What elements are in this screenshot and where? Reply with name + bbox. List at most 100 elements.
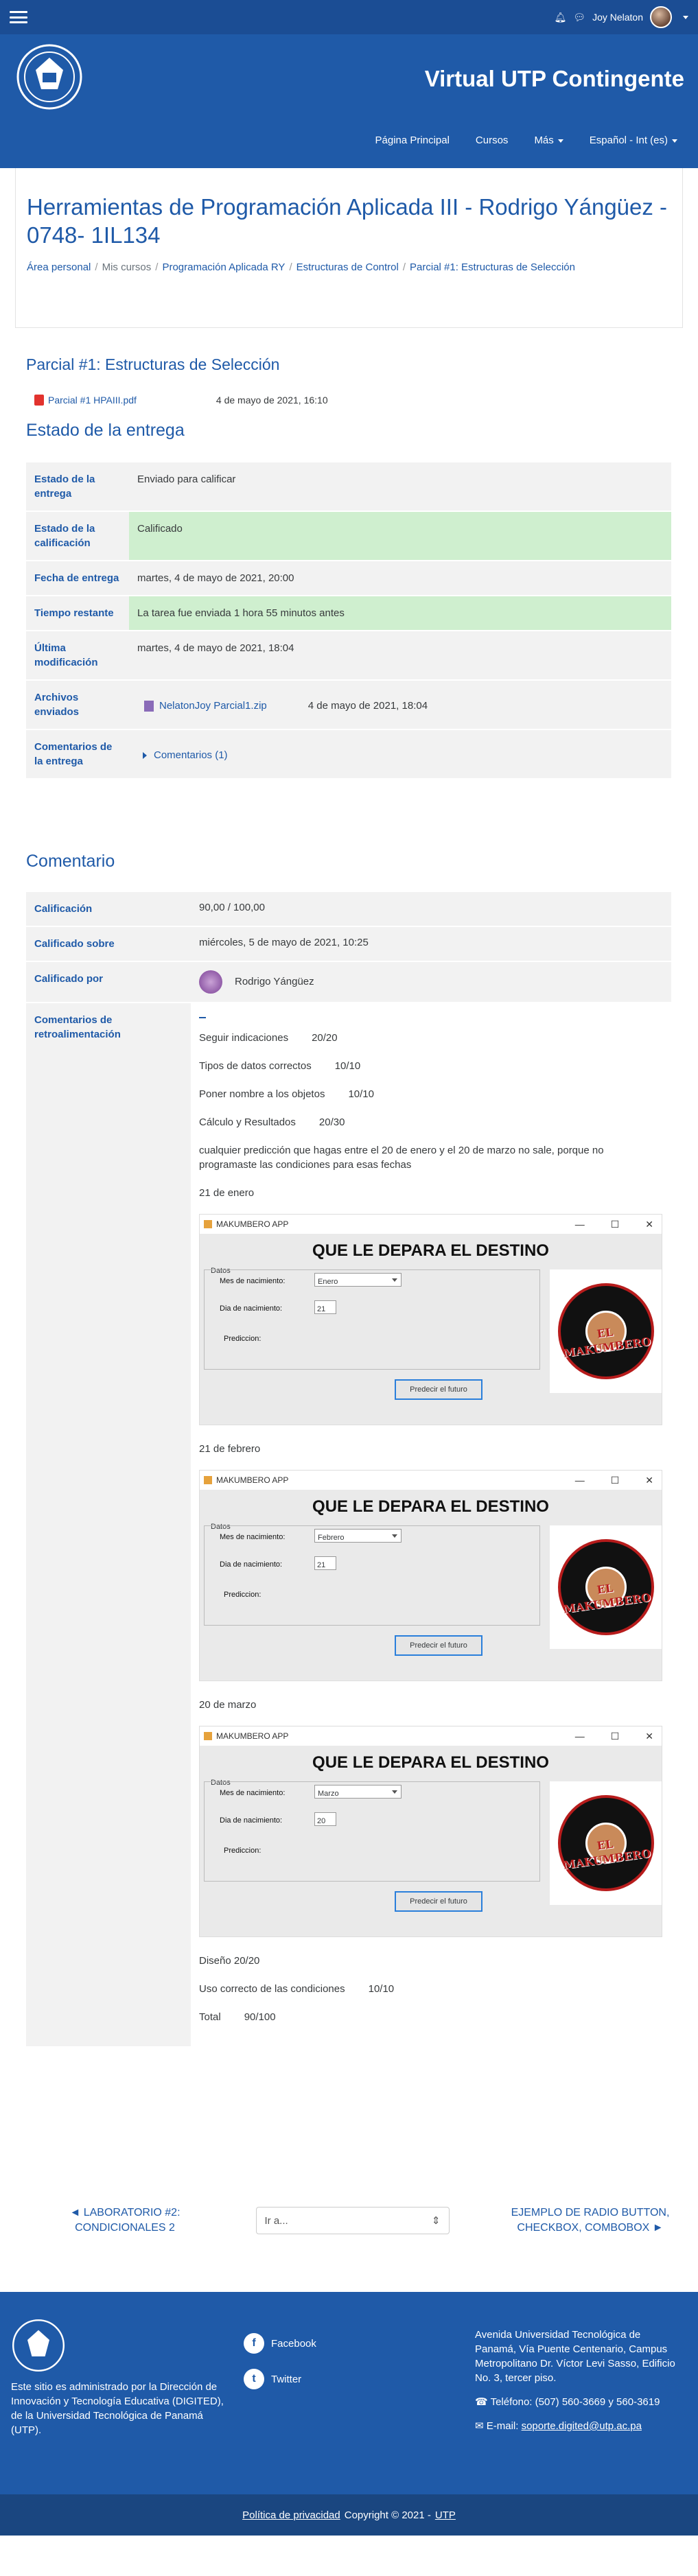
- expand-icon[interactable]: [143, 752, 147, 760]
- table-row: Estado de la entrega Enviado para calific…: [26, 462, 671, 511]
- grader: Rodrigo Yángüez: [191, 962, 671, 1002]
- chat-icon[interactable]: 💬︎: [573, 12, 585, 23]
- row-label: Última modificación: [26, 631, 129, 679]
- prediction-label: Prediccion:: [224, 1847, 261, 1855]
- month-select: Marzo: [314, 1785, 402, 1799]
- breadcrumb-item[interactable]: Programación Aplicada RY: [162, 261, 285, 273]
- shot-caption: 21 de febrero: [199, 1443, 261, 1455]
- window-title: MAKUMBERO APP: [216, 1219, 289, 1229]
- app-heading: QUE LE DEPARA EL DESTINO: [312, 1241, 549, 1260]
- window-titlebar: MAKUMBERO APP — ☐ ✕: [200, 1471, 662, 1490]
- table-row: Fecha de entrega martes, 4 de mayo de 202…: [26, 561, 671, 595]
- datos-group: Mes de nacimiento: Febrero Dia de nacimien…: [204, 1525, 540, 1626]
- next-activity-link[interactable]: EJEMPLO DE RADIO BUTTON, CHECKBOX, COMBO…: [498, 2205, 683, 2236]
- table-row: Última modificación martes, 4 de mayo de …: [26, 631, 671, 679]
- main-content: Parcial #1: Estructuras de Selección Par…: [0, 355, 698, 2048]
- predict-button: Predecir el futuro: [395, 1891, 482, 1912]
- table-row: Comentarios de retroalimentación Seguir …: [26, 1003, 671, 2046]
- item-score: 20/30: [318, 1116, 345, 1128]
- breadcrumb-item[interactable]: Parcial #1: Estructuras de Selección: [410, 261, 575, 273]
- jump-select[interactable]: Ir a... ⇕: [255, 2207, 450, 2234]
- avatar[interactable]: [650, 6, 672, 28]
- nav-more[interactable]: Más: [534, 134, 563, 146]
- makumbero-logo: EL MAKUMBERO: [550, 1525, 662, 1649]
- avatar[interactable]: [199, 970, 222, 994]
- row-label: Fecha de entrega: [26, 561, 129, 595]
- nav-courses[interactable]: Cursos: [476, 134, 509, 146]
- row-value: La tarea fue enviada 1 hora 55 minutos a…: [129, 596, 671, 630]
- row-value: Calificado: [129, 512, 671, 560]
- sort-icon: ⇕: [431, 2215, 441, 2227]
- email-link[interactable]: soporte.digited@utp.ac.pa: [522, 2420, 642, 2432]
- day-input: 20: [314, 1812, 336, 1826]
- datos-group: Mes de nacimiento: Marzo Dia de nacimiento…: [204, 1781, 540, 1882]
- file-link[interactable]: Parcial #1 HPAIII.pdf: [48, 395, 137, 406]
- minimize-icon: —: [574, 1474, 585, 1486]
- activity-file: Parcial #1 HPAIII.pdf 4 de mayo de 2021,…: [26, 395, 672, 406]
- minimize-icon: —: [574, 1218, 585, 1230]
- breadcrumb: Área personal / Mis cursos / Programación …: [27, 261, 575, 273]
- grader-name[interactable]: Rodrigo Yángüez: [235, 976, 314, 987]
- item-score: 10/10: [368, 1983, 395, 1995]
- item-text: Total: [199, 2011, 221, 2023]
- twitter-label: Twitter: [271, 2373, 302, 2385]
- row-label: Calificación: [26, 892, 191, 926]
- makumbero-logo: EL MAKUMBERO: [550, 1269, 662, 1393]
- month-label: Mes de nacimiento:: [220, 1277, 286, 1285]
- row-label: Archivos enviados: [26, 681, 129, 729]
- close-icon: ✕: [645, 1474, 653, 1486]
- table-row: Calificado por Rodrigo Yángüez: [26, 962, 671, 1002]
- breadcrumb-item[interactable]: Mis cursos: [102, 261, 152, 273]
- nav-home[interactable]: Página Principal: [375, 134, 450, 146]
- feedback-item: Cálculo y Resultados 20/30: [199, 1115, 663, 1129]
- row-label: Tiempo restante: [26, 596, 129, 630]
- site-header: Virtual UTP Contingente Página Principal…: [0, 34, 698, 168]
- breadcrumb-item[interactable]: Área personal: [27, 261, 91, 273]
- nav-language[interactable]: Español - Int (es): [590, 134, 677, 146]
- zip-link[interactable]: NelatonJoy Parcial1.zip: [159, 700, 267, 712]
- menu-icon[interactable]: [10, 11, 27, 23]
- row-value: NelatonJoy Parcial1.zip 4 de mayo de 2021…: [129, 681, 671, 729]
- close-icon: ✕: [645, 1218, 653, 1230]
- utp-logo[interactable]: [11, 2318, 66, 2373]
- comments-link[interactable]: Comentarios (1): [154, 749, 228, 761]
- maximize-icon: ☐: [610, 1730, 620, 1742]
- footer-description: Este sitio es administrado por la Direcc…: [11, 2381, 224, 2436]
- window-title: MAKUMBERO APP: [216, 1731, 289, 1741]
- datos-group: Mes de nacimiento: Enero Dia de nacimiento…: [204, 1269, 540, 1370]
- breadcrumb-item[interactable]: Estructuras de Control: [296, 261, 399, 273]
- user-name[interactable]: Joy Nelaton: [592, 12, 643, 23]
- facebook-link[interactable]: f Facebook: [244, 2333, 316, 2354]
- address: Avenida Universidad Tecnológica de Panam…: [475, 2329, 675, 2384]
- facebook-icon: f: [244, 2333, 264, 2354]
- utp-logo[interactable]: [15, 43, 84, 121]
- page-header: Herramientas de Programación Aplicada II…: [15, 168, 683, 328]
- row-label: Calificado sobre: [26, 927, 191, 961]
- course-title: Herramientas de Programación Aplicada II…: [27, 194, 668, 248]
- prediction-label: Prediccion:: [224, 1591, 261, 1599]
- item-score: 10/10: [334, 1060, 361, 1072]
- privacy-link[interactable]: Política de privacidad: [242, 2509, 340, 2521]
- app-screenshot: MAKUMBERO APP — ☐ ✕ QUE LE DEPARA EL DESTINO…: [199, 1726, 662, 1937]
- graded-on-value: miércoles, 5 de mayo de 2021, 10:25: [191, 927, 671, 961]
- maximize-icon: ☐: [610, 1474, 620, 1486]
- app-screenshot: MAKUMBERO APP — ☐ ✕ QUE LE DEPARA EL DESTINO…: [199, 1214, 662, 1425]
- day-input: 21: [314, 1300, 336, 1314]
- bell-icon[interactable]: 🔔︎: [555, 12, 567, 23]
- feedback-item: Seguir indicaciones 20/20: [199, 1031, 663, 1045]
- site-title[interactable]: Virtual UTP Contingente: [425, 66, 684, 92]
- jump-label: Ir a...: [264, 2214, 288, 2227]
- prev-activity-link[interactable]: ◄ LABORATORIO #2: CONDICIONALES 2: [43, 2205, 207, 2236]
- chevron-down-icon[interactable]: [683, 15, 688, 19]
- row-value: martes, 4 de mayo de 2021, 20:00: [129, 561, 671, 595]
- prediction-label: Prediccion:: [224, 1335, 261, 1343]
- feedback-item: Tipos de datos correctos 10/10: [199, 1059, 663, 1073]
- feedback-note: cualquier predicción que hagas entre el …: [199, 1145, 604, 1171]
- grade-value: 90,00 / 100,00: [191, 892, 671, 926]
- pdf-icon: [34, 395, 44, 406]
- activity-navigation: ◄ LABORATORIO #2: CONDICIONALES 2 Ir a..…: [0, 2205, 698, 2236]
- email: ✉ E-mail: soporte.digited@utp.ac.pa: [475, 2419, 681, 2433]
- utp-link[interactable]: UTP: [435, 2509, 456, 2521]
- feedback-comments: Seguir indicaciones 20/20 Tipos de datos …: [191, 1003, 671, 2046]
- twitter-link[interactable]: t Twitter: [244, 2369, 316, 2389]
